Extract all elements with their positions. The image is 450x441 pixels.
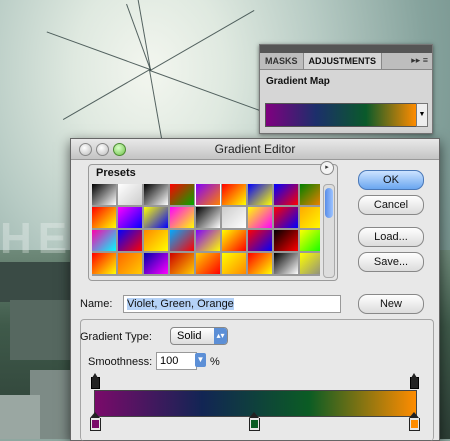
select-arrows-icon: ▴▾ — [214, 328, 227, 344]
preset-swatch[interactable] — [222, 184, 246, 205]
preset-swatch[interactable] — [170, 230, 194, 251]
preset-swatch[interactable] — [144, 207, 168, 228]
presets-scrollbar[interactable] — [323, 184, 335, 278]
stop-color-swatch — [92, 420, 99, 428]
dialog-titlebar[interactable]: Gradient Editor — [71, 139, 439, 160]
opacity-stop-right[interactable] — [410, 373, 419, 389]
preset-swatch[interactable] — [170, 207, 194, 228]
glass-crack — [149, 70, 273, 116]
smoothness-label: Smoothness: — [88, 356, 153, 368]
preset-swatch[interactable] — [222, 253, 246, 274]
preset-swatch[interactable] — [248, 230, 272, 251]
opacity-stop-left[interactable] — [91, 373, 100, 389]
preset-swatch[interactable] — [274, 230, 298, 251]
preset-swatch[interactable] — [170, 184, 194, 205]
preset-swatch[interactable] — [248, 207, 272, 228]
new-button[interactable]: New — [358, 294, 424, 314]
gradient-editor-dialog: Gradient Editor Presets ▸ OK Cancel Load… — [70, 138, 440, 441]
presets-grid — [92, 184, 320, 276]
smoothness-dropdown-icon[interactable]: ▼ — [195, 353, 206, 367]
preset-swatch[interactable] — [248, 184, 272, 205]
load-button[interactable]: Load... — [358, 227, 424, 247]
name-input[interactable]: Violet, Green, Orange — [123, 295, 341, 313]
glass-crack — [62, 69, 150, 120]
preset-swatch[interactable] — [300, 230, 320, 251]
preset-swatch[interactable] — [196, 253, 220, 274]
gradient-type-label: Gradient Type: — [80, 331, 152, 343]
preset-swatch[interactable] — [196, 230, 220, 251]
color-stop-orange[interactable] — [409, 412, 420, 431]
preset-swatch[interactable] — [144, 184, 168, 205]
save-button[interactable]: Save... — [358, 252, 424, 272]
building — [0, 395, 40, 439]
presets-menu-icon[interactable]: ▸ — [320, 161, 334, 175]
scrollbar-thumb[interactable] — [325, 188, 333, 218]
panel-menu-icon[interactable]: ▸▸ ≡ — [411, 55, 428, 66]
presets-label: Presets — [96, 167, 136, 179]
ok-button[interactable]: OK — [358, 170, 424, 190]
preset-swatch[interactable] — [248, 253, 272, 274]
preset-swatch[interactable] — [196, 207, 220, 228]
preset-swatch[interactable] — [92, 253, 116, 274]
preset-swatch[interactable] — [222, 207, 246, 228]
stop-color-swatch — [251, 420, 258, 428]
preset-swatch[interactable] — [274, 207, 298, 228]
glass-crack — [150, 10, 255, 71]
background-text: HE — [0, 214, 74, 263]
presets-panel: Presets — [88, 164, 338, 281]
preset-swatch[interactable] — [118, 207, 142, 228]
smoothness-unit: % — [210, 356, 220, 368]
gradient-map-dropdown-icon[interactable]: ▼ — [416, 103, 428, 127]
gradient-type-value: Solid — [177, 330, 202, 342]
preset-swatch[interactable] — [118, 253, 142, 274]
smoothness-input[interactable]: 100 — [156, 352, 197, 370]
gradient-map-preview[interactable] — [265, 103, 417, 127]
tab-adjustments[interactable]: ADJUSTMENTS — [302, 53, 383, 69]
preset-swatch[interactable] — [92, 184, 116, 205]
adjustments-panel: MASKS ADJUSTMENTS ▸▸ ≡ Gradient Map ▼ — [259, 44, 433, 134]
glass-crack — [46, 31, 151, 70]
color-stop-green[interactable] — [249, 412, 260, 431]
color-stop-violet[interactable] — [90, 412, 101, 431]
adjustment-title: Gradient Map — [266, 76, 330, 87]
preset-swatch[interactable] — [300, 184, 320, 205]
preset-swatch[interactable] — [300, 253, 320, 274]
preset-swatch[interactable] — [274, 253, 298, 274]
tab-masks[interactable]: MASKS — [260, 53, 303, 69]
preset-swatch[interactable] — [144, 230, 168, 251]
cancel-button[interactable]: Cancel — [358, 195, 424, 215]
stop-color-swatch — [411, 420, 418, 428]
preset-swatch[interactable] — [92, 207, 116, 228]
building — [10, 300, 70, 360]
building — [0, 262, 70, 302]
preset-swatch[interactable] — [300, 207, 320, 228]
name-value: Violet, Green, Orange — [127, 298, 234, 310]
gradient-type-select[interactable]: Solid ▴▾ — [170, 327, 228, 345]
preset-swatch[interactable] — [222, 230, 246, 251]
preset-swatch[interactable] — [274, 184, 298, 205]
panel-tabs: MASKS ADJUSTMENTS ▸▸ ≡ — [260, 53, 432, 70]
preset-swatch[interactable] — [92, 230, 116, 251]
glass-crack — [126, 3, 151, 71]
preset-swatch[interactable] — [170, 253, 194, 274]
panel-topbar[interactable] — [260, 45, 432, 53]
preset-swatch[interactable] — [118, 230, 142, 251]
dialog-title: Gradient Editor — [214, 142, 296, 156]
preset-swatch[interactable] — [195, 184, 221, 206]
preset-swatch[interactable] — [118, 184, 142, 205]
preset-swatch[interactable] — [144, 253, 168, 274]
name-label: Name: — [80, 298, 113, 310]
